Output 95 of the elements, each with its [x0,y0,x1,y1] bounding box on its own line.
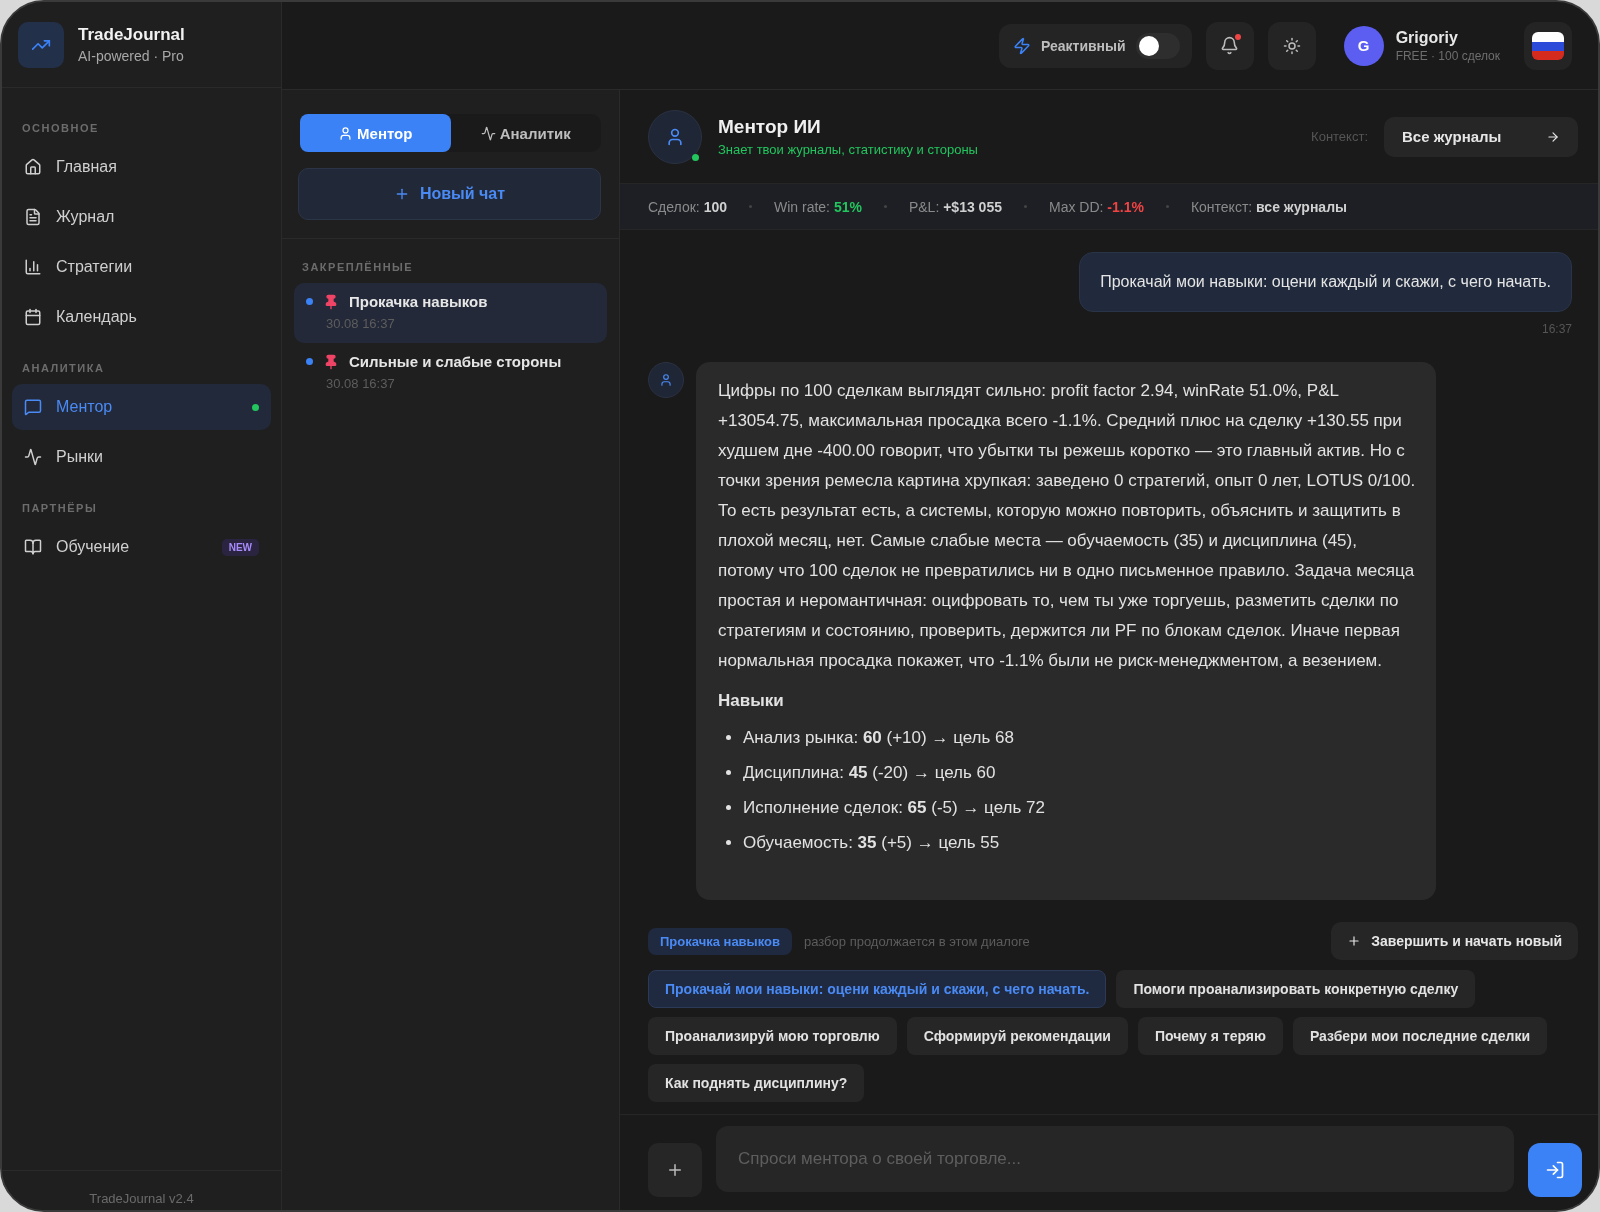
send-icon [1545,1159,1565,1180]
nav-label: Ментор [56,398,114,416]
pin-icon [323,353,339,370]
suggestion-chip[interactable]: Почему я теряю [1137,1017,1283,1055]
nav-label: Календарь [56,308,138,326]
user-plan: FREE · 100 сделок [1395,48,1500,63]
flag-icon [1532,29,1564,62]
message-time: 16:37 [1541,322,1572,336]
chat-title: Ментор ИИ [718,116,822,138]
context-label: Контекст: [1311,129,1368,144]
mode-tab[interactable]: Аналитик [450,114,601,152]
nav-label: Обучение [56,538,131,556]
chat-item[interactable]: Прокачка навыков 30.08 16:37 [294,283,607,343]
brand-tagline: AI-powered · Pro [78,48,185,64]
bell-icon [1220,36,1240,55]
chat-time: 30.08 16:37 [326,376,396,391]
nav-item[interactable]: Журнал [12,194,271,240]
chat-title: Прокачка навыков [349,293,488,310]
suggestion-chip[interactable]: Сформируй рекомендации [906,1017,1128,1055]
message-heading: Навыки [718,690,785,712]
skill-item: Исполнение сделок: 65 (-5) → цель 72 [743,796,1045,819]
bullet-dot [726,805,731,810]
reactive-switch[interactable]: Реактивный [998,23,1192,68]
user-icon [338,125,354,141]
bullet-dot [726,770,731,775]
brand-name: TradeJournal [78,25,185,45]
pulse-icon [480,125,496,141]
version-text: TradeJournal v2.4 [89,1191,194,1206]
user-avatar[interactable]: G [1343,25,1384,66]
message-input[interactable]: Спроси ментора о своей торговле... [716,1125,1514,1192]
topic-note: разбор продолжается в этом диалоге [804,933,1030,949]
context-select[interactable]: Все журналы [1384,116,1578,157]
chat-item[interactable]: Сильные и слабые стороны 30.08 16:37 [294,343,607,403]
lightning-icon [1012,36,1031,55]
stat-text: Max DD: -1.1% [1048,198,1144,215]
suggestion-chip[interactable]: Прокачай мои навыки: оцени каждый и скажи, с чего начать. [648,970,1107,1008]
pin-icon [323,293,339,310]
section-title: АНАЛИТИКА [21,361,106,376]
nav-label: Главная [56,158,118,176]
logo-icon [18,21,64,68]
reactive-label: Реактивный [1040,37,1126,54]
nav-label: Журнал [56,208,116,226]
nav-item[interactable]: Календарь [12,294,271,340]
user-name: Grigoriy [1395,28,1459,47]
suggestion-chip[interactable]: Помоги проанализировать конкретную сделку [1116,970,1476,1008]
home-icon [24,158,42,176]
nav-label: Рынки [56,448,104,466]
stat-text: Win rate: 51% [774,198,862,215]
bullet-dot [306,298,313,305]
send-button[interactable] [1528,1142,1582,1197]
nav-item[interactable]: Стратегии [12,244,271,290]
book-icon [24,538,42,556]
notifications-button[interactable] [1205,21,1254,70]
toggle[interactable] [1135,32,1180,59]
chat-time: 30.08 16:37 [326,316,396,331]
stat-text: Сделок: 100 [648,198,727,215]
calendar-icon [24,308,42,326]
nav-label: Стратегии [56,258,134,276]
nav-item[interactable]: Обучение NEW [12,524,271,570]
language-button[interactable] [1524,21,1572,70]
document-icon [24,208,42,226]
section-title: ПАРТНЁРЫ [21,501,99,516]
chat-bubble-icon [24,398,42,416]
section-title: ЗАКРЕПЛЁННЫЕ [301,260,415,275]
chat-subtitle: Знает твои журналы, статистику и стороны [718,142,978,157]
stat-text: Контекст: все журналы [1190,198,1347,215]
end-chat-button[interactable]: Завершить и начать новый [1331,922,1578,960]
bullet-dot [306,358,313,365]
topic-tag: Прокачка навыков [648,927,792,955]
mentor-avatar [648,109,702,164]
nav-item[interactable]: Рынки [12,434,271,480]
nav-item[interactable]: Главная [12,144,271,190]
stat-text: P&L: +$13 055 [908,198,1002,215]
chat-title: Сильные и слабые стороны [349,353,562,370]
plus-icon [1347,934,1362,948]
skill-item: Анализ рынка: 60 (+10) → цель 68 [743,726,1014,749]
mentor-avatar [648,362,684,398]
suggestion-chip[interactable]: Разбери мои последние сделки [1292,1017,1548,1055]
suggestion-chip[interactable]: Проанализируй мою торговлю [648,1017,897,1055]
theme-button[interactable] [1267,21,1316,70]
bullet-dot [726,735,731,740]
new-badge: NEW [221,538,259,556]
suggestion-chip[interactable]: Как поднять дисциплину? [648,1064,865,1102]
user-message: Прокачай мои навыки: оцени каждый и скажи, с чего начать. [1079,252,1572,312]
sun-icon [1282,36,1301,55]
mode-tab[interactable]: Ментор [300,114,451,152]
bullet-dot [726,840,731,845]
bar-chart-icon [24,258,42,276]
pulse-icon [24,448,42,466]
skill-item: Обучаемость: 35 (+5) → цель 55 [743,831,1000,854]
message-text: Цифры по 100 сделкам выглядят сильно: profit factor 2.94, winRate 51.0%, P&L +13054.75, максимальная просадка всего -1.1%. Средний плюс на сделку +130.55 при худшем дне -400.00 говорит, что убытки ты режешь коротко — это главный актив. Но с точки зрения ремесла картина хрупкая: заведено 0 стратегий, опыт 0 лет, LOTUS 0/100. То есть результат есть, а системы, которую можно повторить, объяснить и защитить в плохой месяц, нет. Самые слабые места — обучаемость (35) и дисциплина (45), потому что 100 сделок не превратились ни в одно письменное правило. Задача месяца простая и неромантичная: оцифровать то, чем ты уже торгуешь, разметить сделки по стратегиям и состоянию, проверить, держится ли PF по блокам сделок. Иначе первая нормальная просадка покажет, что -1.1% были не риск-менеджментом, а везением. [718,380,1416,672]
skill-item: Дисциплина: 45 (-20) → цель 60 [743,761,996,784]
section-title: ОСНОВНОЕ [21,121,100,136]
nav-item[interactable]: Ментор [12,384,271,430]
new-chat-button[interactable]: Новый чат [298,168,601,220]
